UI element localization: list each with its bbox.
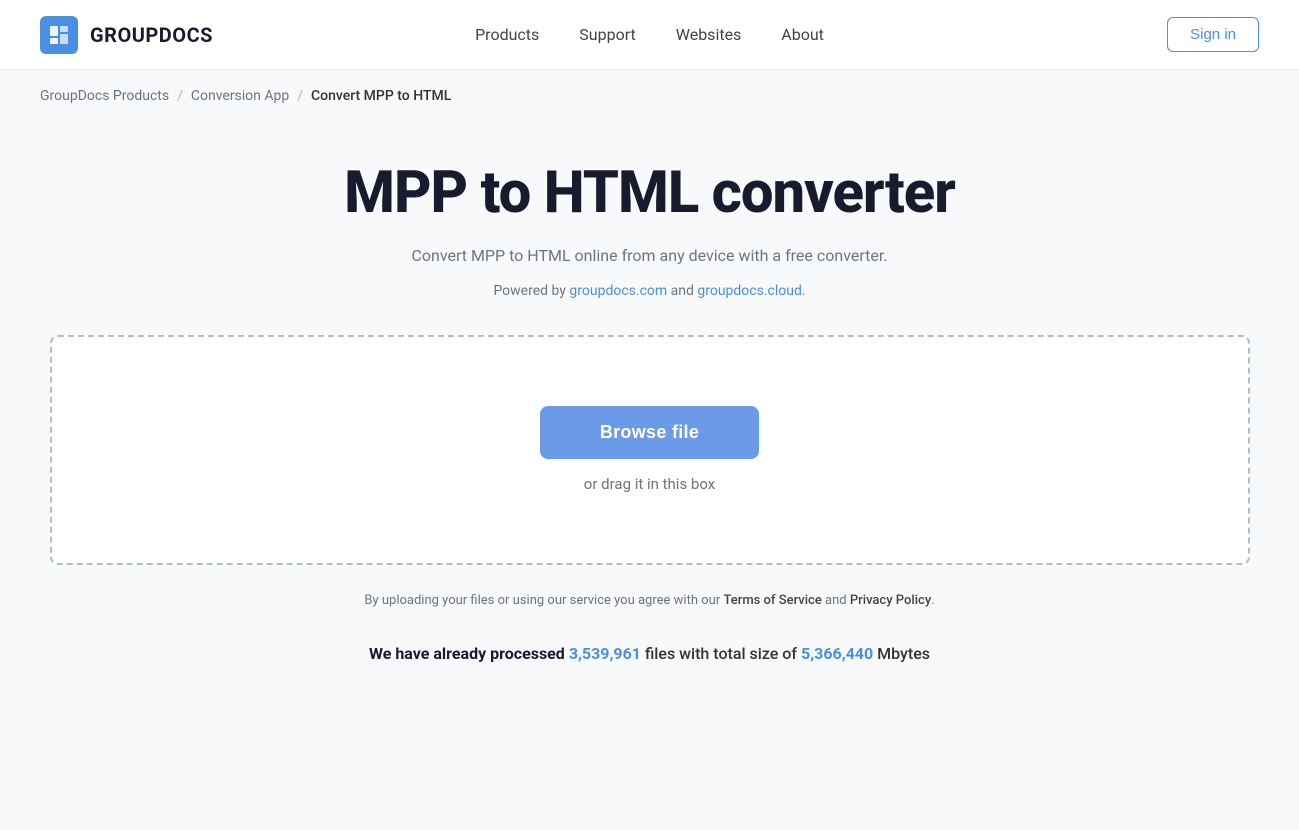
sign-in-button[interactable]: Sign in <box>1167 17 1259 52</box>
powered-by-dot: . <box>802 283 806 299</box>
terms-prefix: By uploading your files or using our ser… <box>364 593 720 608</box>
nav-item-about[interactable]: About <box>781 17 824 52</box>
breadcrumb: GroupDocs Products / Conversion App / Co… <box>0 70 1299 122</box>
groupdocs-cloud-link[interactable]: groupdocs.cloud <box>697 283 802 299</box>
breadcrumb-conversion-app[interactable]: Conversion App <box>191 88 289 104</box>
page-title: MPP to HTML converter <box>344 162 955 226</box>
breadcrumb-current: Convert MPP to HTML <box>311 88 451 104</box>
stats-middle: files with total size of <box>645 644 797 663</box>
breadcrumb-groupdocs[interactable]: GroupDocs Products <box>40 88 169 104</box>
powered-by-prefix: Powered by <box>493 283 569 299</box>
logo-text: GROUPDOCS <box>90 23 213 47</box>
tos-link[interactable]: Terms of Service <box>723 593 821 608</box>
powered-by-and: and <box>671 283 698 299</box>
stats-suffix: Mbytes <box>877 644 930 663</box>
terms-text: By uploading your files or using our ser… <box>364 593 934 608</box>
powered-by: Powered by groupdocs.com and groupdocs.c… <box>493 283 805 299</box>
nav-item-products[interactable]: Products <box>475 17 539 52</box>
stats-prefix: We have already processed <box>369 644 565 663</box>
stats-text: We have already processed 3,539,961 file… <box>369 644 930 663</box>
drag-text: or drag it in this box <box>584 475 715 493</box>
breadcrumb-sep-1: / <box>177 88 183 104</box>
groupdocs-com-link[interactable]: groupdocs.com <box>569 283 667 299</box>
header: GROUPDOCS Products Support Websites Abou… <box>0 0 1299 70</box>
page-subtitle: Convert MPP to HTML online from any devi… <box>411 246 887 265</box>
logo-icon <box>40 16 78 54</box>
nav-item-websites[interactable]: Websites <box>676 17 742 52</box>
privacy-link[interactable]: Privacy Policy <box>850 593 931 608</box>
terms-and: and <box>825 593 850 608</box>
main-nav: Products Support Websites About <box>475 17 824 52</box>
size-count: 5,366,440 <box>801 644 873 663</box>
nav-item-support[interactable]: Support <box>579 17 635 52</box>
drop-zone[interactable]: Browse file or drag it in this box <box>50 335 1250 565</box>
logo-area: GROUPDOCS <box>40 16 213 54</box>
main-content: MPP to HTML converter Convert MPP to HTM… <box>0 122 1299 703</box>
terms-dot: . <box>931 593 934 608</box>
browse-file-button[interactable]: Browse file <box>540 406 759 459</box>
files-count: 3,539,961 <box>569 644 641 663</box>
breadcrumb-sep-2: / <box>297 88 303 104</box>
